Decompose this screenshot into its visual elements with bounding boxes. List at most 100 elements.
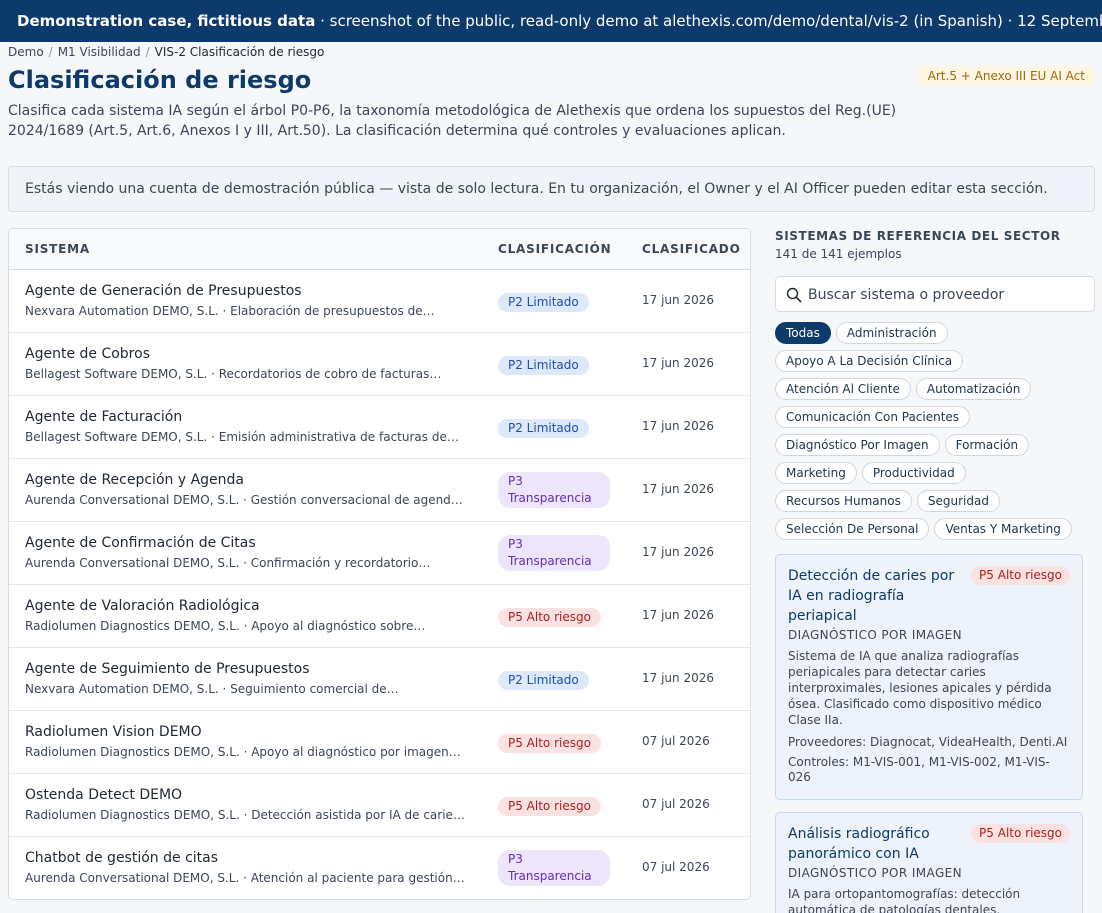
filter-chip[interactable]: Marketing (775, 462, 857, 484)
table-body: Agente de Generación de Presupuestos Nexv… (9, 270, 750, 899)
filter-chip[interactable]: Formación (944, 434, 1030, 456)
column-header-sistema[interactable]: SISTEMA (25, 229, 90, 269)
card-category: DIAGNÓSTICO POR IMAGEN (788, 866, 963, 880)
table-row[interactable]: Agente de Facturación Bellagest Software … (9, 396, 750, 459)
classification-badge: P3 Transparencia (498, 535, 610, 571)
system-provider-summary: Radiolumen Diagnostics DEMO, S.L. · Dete… (25, 808, 465, 822)
reference-card[interactable]: Detección de caries por IA en radiografí… (775, 554, 1083, 800)
classified-date: 17 jun 2026 (642, 608, 714, 622)
filter-chip[interactable]: Automatización (915, 378, 1032, 400)
read-only-notice: Estás viendo una cuenta de demostración … (8, 166, 1095, 212)
banner-bold-text: Demonstration case, fictitious data (17, 12, 316, 30)
filter-chip[interactable]: Atención Al Cliente (775, 378, 911, 400)
search-box (775, 276, 1095, 312)
classified-date: 17 jun 2026 (642, 356, 714, 370)
card-providers: Proveedores: Diagnocat, VideaHealth, Den… (788, 735, 1068, 749)
classified-date: 07 jul 2026 (642, 734, 710, 748)
system-name[interactable]: Ostenda Detect DEMO (25, 787, 182, 803)
system-name[interactable]: Agente de Seguimiento de Presupuestos (25, 661, 310, 677)
table-header: SISTEMA CLASIFICACIÓN CLASIFICADO (9, 229, 750, 270)
system-provider-summary: Bellagest Software DEMO, S.L. · Emisión … (25, 430, 459, 444)
card-category: DIAGNÓSTICO POR IMAGEN (788, 628, 963, 642)
risk-badge: P5 Alto riesgo (971, 566, 1070, 585)
breadcrumb-separator: / (145, 45, 150, 59)
system-provider-summary: Radiolumen Diagnostics DEMO, S.L. · Apoy… (25, 745, 461, 759)
classification-badge: P2 Limitado (498, 419, 589, 438)
system-name[interactable]: Agente de Valoración Radiológica (25, 598, 260, 614)
search-icon (786, 287, 802, 303)
risk-badge: P5 Alto riesgo (971, 824, 1070, 843)
system-provider-summary: Nexvara Automation DEMO, S.L. · Seguimie… (25, 682, 399, 696)
classified-date: 17 jun 2026 (642, 419, 714, 433)
system-provider-summary: Bellagest Software DEMO, S.L. · Recordat… (25, 367, 442, 381)
classification-badge: P5 Alto riesgo (498, 608, 601, 627)
filter-chip[interactable]: Administración (835, 322, 948, 344)
card-description: IA para ortopantomografías: detección au… (788, 887, 1021, 913)
table-row[interactable]: Agente de Generación de Presupuestos Nexv… (9, 270, 750, 333)
column-header-clasificado[interactable]: CLASIFICADO (642, 229, 741, 269)
breadcrumb-separator: / (48, 45, 53, 59)
system-name[interactable]: Agente de Cobros (25, 346, 150, 362)
classification-badge: P2 Limitado (498, 356, 589, 375)
reference-systems-count: 141 de 141 ejemplos (775, 247, 902, 261)
page-title: Clasificación de riesgo (8, 66, 312, 94)
table-row[interactable]: Agente de Confirmación de Citas Aurenda C… (9, 522, 750, 585)
classified-date: 17 jun 2026 (642, 293, 714, 307)
card-title[interactable]: Análisis radiográfico panorámico con IA (788, 824, 968, 864)
classified-date: 07 jul 2026 (642, 797, 710, 811)
system-name[interactable]: Agente de Facturación (25, 409, 182, 425)
breadcrumb: Demo / M1 Visibilidad / VIS-2 Clasificación … (8, 45, 324, 59)
system-provider-summary: Aurenda Conversational DEMO, S.L. · Conf… (25, 556, 431, 570)
table-row[interactable]: Chatbot de gestión de citas Aurenda Conve… (9, 837, 750, 899)
filter-chip[interactable]: Selección De Personal (775, 518, 930, 540)
system-provider-summary: Aurenda Conversational DEMO, S.L. · Gest… (25, 493, 463, 507)
table-row[interactable]: Agente de Valoración Radiológica Radiolum… (9, 585, 750, 648)
filter-chip[interactable]: Apoyo A La Decisión Clínica (775, 350, 964, 372)
card-description: Sistema de IA que analiza radiografías p… (788, 649, 1052, 727)
breadcrumb-visibilidad[interactable]: M1 Visibilidad (58, 45, 141, 59)
filter-chip[interactable]: Comunicación Con Pacientes (775, 406, 971, 428)
system-provider-summary: Aurenda Conversational DEMO, S.L. · Aten… (25, 871, 465, 885)
breadcrumb-current: VIS-2 Clasificación de riesgo (154, 45, 325, 59)
filter-chip[interactable]: Productividad (861, 462, 966, 484)
column-header-clasificacion[interactable]: CLASIFICACIÓN (498, 229, 612, 269)
demo-banner: Demonstration case, fictitious data · sc… (0, 0, 1102, 42)
systems-table: SISTEMA CLASIFICACIÓN CLASIFICADO Agente… (8, 228, 751, 900)
classified-date: 17 jun 2026 (642, 482, 714, 496)
banner-text: · screenshot of the public, read-only de… (315, 12, 1102, 30)
category-filter-chips: Todas Administración Apoyo A La Decisión C… (775, 322, 1097, 540)
breadcrumb-demo[interactable]: Demo (8, 45, 44, 59)
system-name[interactable]: Agente de Recepción y Agenda (25, 472, 244, 488)
table-row[interactable]: Radiolumen Vision DEMO Radiolumen Diagnos… (9, 711, 750, 774)
filter-chip[interactable]: Seguridad (916, 490, 1000, 512)
filter-chip[interactable]: Diagnóstico Por Imagen (775, 434, 940, 456)
classified-date: 07 jul 2026 (642, 860, 710, 874)
classification-badge: P2 Limitado (498, 293, 589, 312)
law-reference-badge: Art.5 + Anexo III EU AI Act (918, 66, 1094, 86)
classification-badge: P5 Alto riesgo (498, 797, 601, 816)
search-input[interactable] (808, 283, 1088, 307)
page-description: Clasifica cada sistema IA según el árbol… (8, 103, 897, 139)
filter-chip[interactable]: Ventas Y Marketing (934, 518, 1072, 540)
table-row[interactable]: Agente de Cobros Bellagest Software DEMO,… (9, 333, 750, 396)
table-row[interactable]: Ostenda Detect DEMO Radiolumen Diagnostic… (9, 774, 750, 837)
filter-chip[interactable]: Todas (775, 322, 831, 344)
system-name[interactable]: Agente de Confirmación de Citas (25, 535, 256, 551)
reference-systems-title: SISTEMAS DE REFERENCIA DEL SECTOR (775, 229, 1061, 243)
card-controls: Controles: M1-VIS-001, M1-VIS-002, M1-VI… (788, 755, 1050, 784)
classification-badge: P3 Transparencia (498, 850, 610, 886)
card-title[interactable]: Detección de caries por IA en radiografí… (788, 566, 968, 626)
classified-date: 17 jun 2026 (642, 545, 714, 559)
system-name[interactable]: Chatbot de gestión de citas (25, 850, 218, 866)
classification-badge: P5 Alto riesgo (498, 734, 601, 753)
table-row[interactable]: Agente de Recepción y Agenda Aurenda Conv… (9, 459, 750, 522)
filter-chip[interactable]: Recursos Humanos (775, 490, 912, 512)
reference-card[interactable]: Análisis radiográfico panorámico con IA … (775, 812, 1083, 913)
classification-badge: P2 Limitado (498, 671, 589, 690)
classification-badge: P3 Transparencia (498, 472, 610, 508)
system-provider-summary: Nexvara Automation DEMO, S.L. · Elaborac… (25, 304, 435, 318)
table-row[interactable]: Agente de Seguimiento de Presupuestos Nex… (9, 648, 750, 711)
system-name[interactable]: Agente de Generación de Presupuestos (25, 283, 302, 299)
classified-date: 17 jun 2026 (642, 671, 714, 685)
system-name[interactable]: Radiolumen Vision DEMO (25, 724, 202, 740)
